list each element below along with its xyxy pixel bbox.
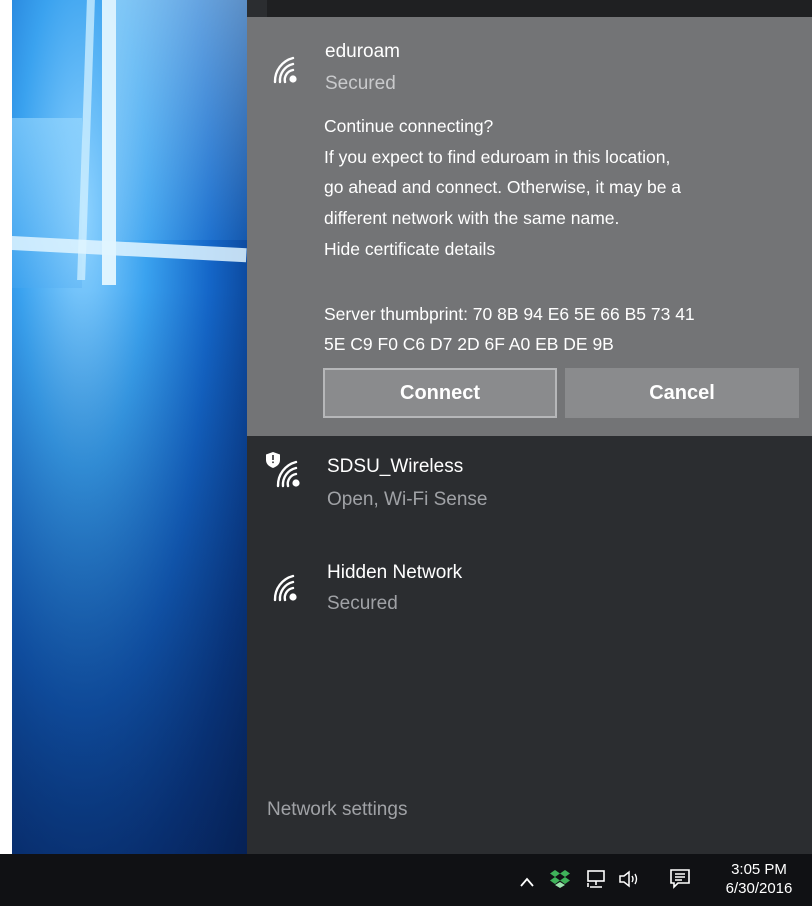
chevron-up-icon[interactable]: [516, 870, 538, 894]
wallpaper-shade: [12, 290, 247, 854]
desktop-wallpaper: [12, 0, 247, 854]
taskbar-clock[interactable]: 3:05 PM 6/30/2016: [714, 860, 804, 898]
connect-button-label: Connect: [400, 381, 480, 404]
wifi-secured-icon: [273, 574, 297, 602]
action-center-icon-glyph: [670, 869, 690, 889]
wallpaper-light: [12, 118, 82, 288]
connect-button[interactable]: Connect: [323, 368, 557, 418]
taskbar: 3:05 PM 6/30/2016: [0, 854, 812, 906]
prompt-message-line: different network with the same name.: [324, 208, 620, 228]
network-icon-glyph: [587, 870, 605, 888]
wifi-open-shield-icon: [266, 452, 300, 488]
dropbox-icon[interactable]: [548, 868, 572, 896]
action-center-icon[interactable]: [668, 868, 692, 896]
server-thumbprint-line: 5E C9 F0 C6 D7 2D 6F A0 EB DE 9B: [324, 334, 614, 354]
clock-date: 6/30/2016: [725, 880, 793, 897]
network-status: Secured: [327, 593, 398, 614]
server-thumbprint-line: Server thumbprint: 70 8B 94 E6 5E 66 B5 …: [324, 304, 695, 324]
prompt-message-line: If you expect to find eduroam in this lo…: [324, 147, 671, 167]
network-settings-link[interactable]: Network settings: [267, 799, 407, 821]
network-name: eduroam: [325, 41, 400, 62]
volume-icon[interactable]: [616, 868, 642, 896]
wifi-secured-icon: [273, 56, 297, 84]
network-item-sdsu-wireless[interactable]: SDSU_Wireless Open, Wi-Fi Sense: [247, 442, 812, 526]
flyout-top-edge: [267, 0, 812, 17]
network-name: SDSU_Wireless: [327, 456, 464, 477]
clock-time: 3:05 PM: [731, 861, 787, 878]
network-status: Secured: [325, 73, 396, 94]
network-status: Open, Wi-Fi Sense: [327, 489, 488, 510]
volume-icon-glyph: [619, 870, 638, 888]
connect-question: Continue connecting?: [324, 116, 494, 136]
network-item-hidden-network[interactable]: Hidden Network Secured: [247, 548, 812, 632]
prompt-message-line: go ahead and connect. Otherwise, it may …: [324, 177, 682, 197]
network-name: Hidden Network: [327, 562, 463, 583]
cancel-button[interactable]: Cancel: [565, 368, 799, 418]
cancel-button-label: Cancel: [649, 381, 715, 404]
network-icon[interactable]: [584, 868, 608, 896]
dropbox-icon-glyph: [550, 870, 570, 888]
chevron-up-icon-glyph: [520, 877, 534, 887]
wallpaper-light: [116, 0, 247, 240]
network-flyout: eduroam Secured Continue connecting? If …: [247, 0, 812, 854]
screen: eduroam Secured Continue connecting? If …: [0, 0, 812, 906]
hide-certificate-details-link[interactable]: Hide certificate details: [324, 239, 495, 260]
